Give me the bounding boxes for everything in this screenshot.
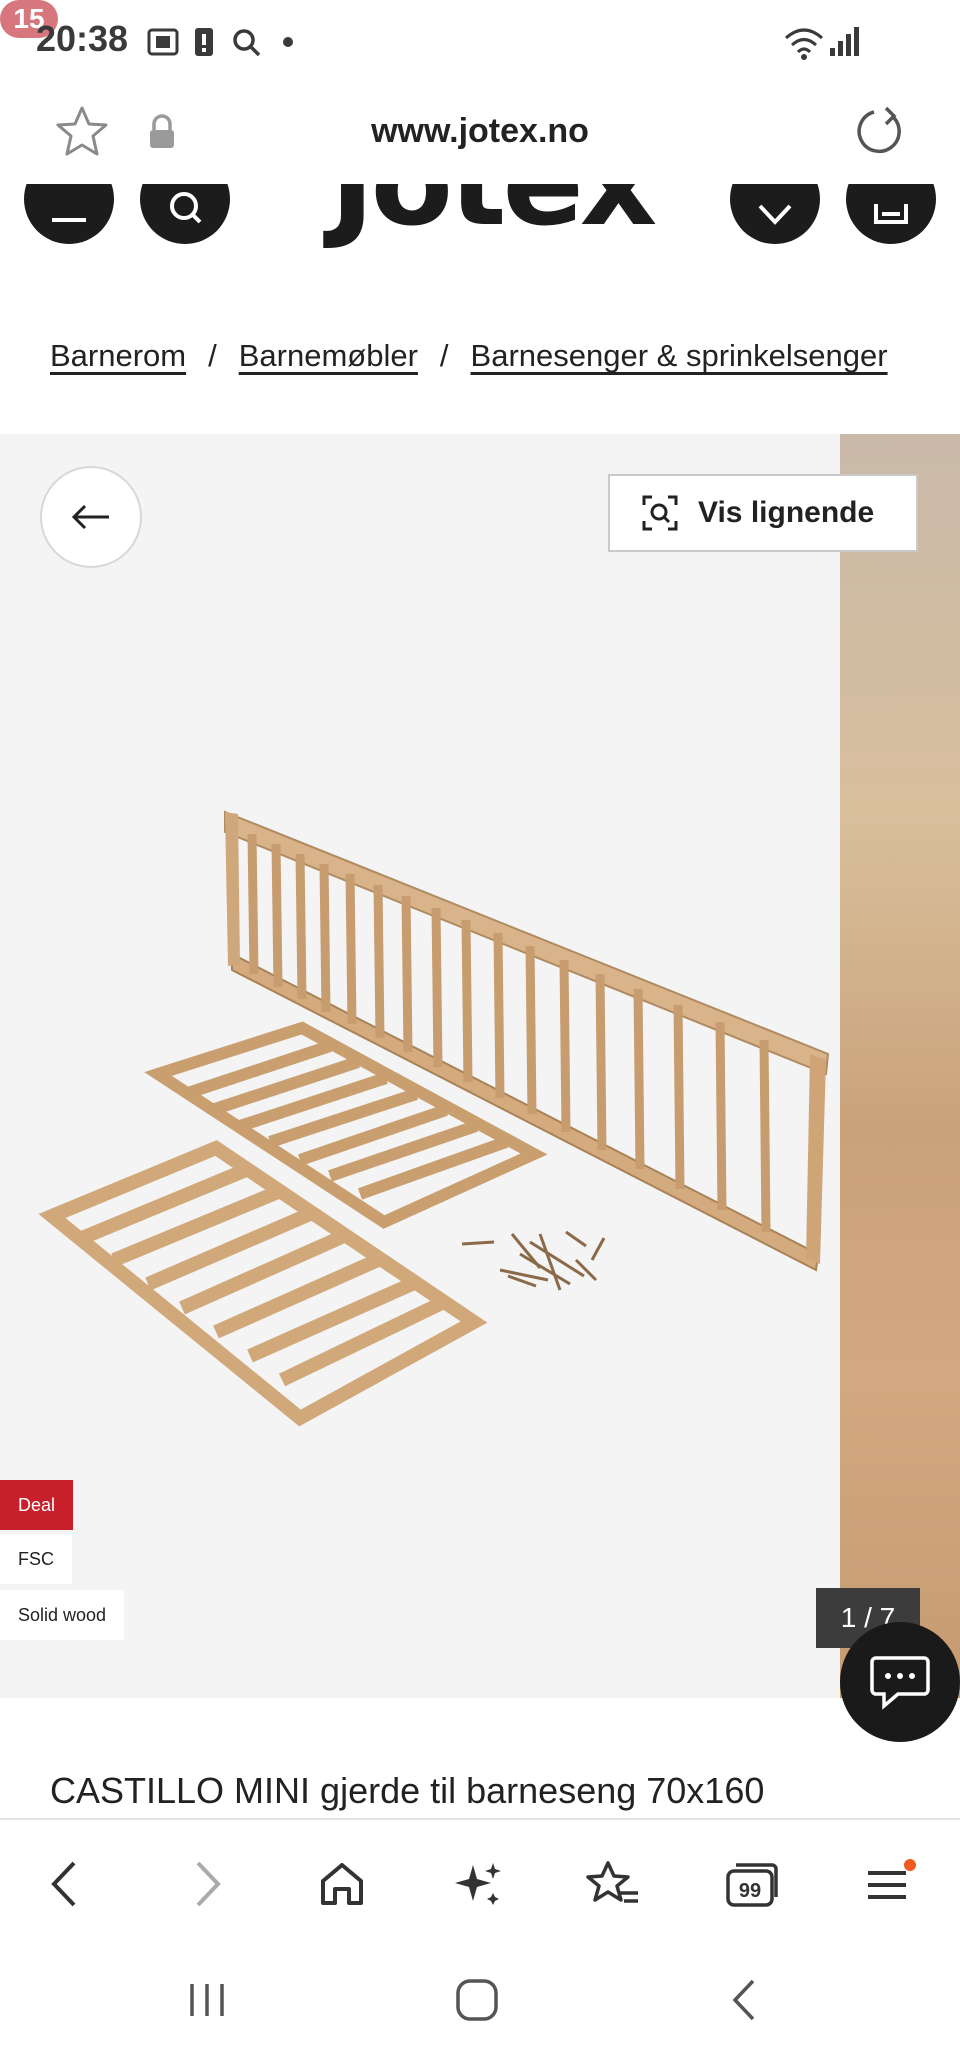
status-time: 20:38 (36, 18, 129, 59)
breadcrumb-link-barnerom[interactable]: Barnerom (50, 338, 186, 373)
show-similar-button[interactable]: Vis lignende (608, 474, 918, 552)
recents-icon (190, 1984, 224, 2016)
signal-icon (830, 27, 859, 56)
back-icon (51, 1861, 76, 1907)
system-back-icon (732, 1979, 755, 2021)
breadcrumb-separator: / (439, 338, 449, 373)
system-navigation-bar (0, 1942, 960, 2059)
browser-assistant-button[interactable] (448, 1854, 508, 1914)
tabs-icon: 99 (726, 1863, 778, 1907)
battery-alert-icon (195, 28, 213, 56)
frame-image-lower (38, 1140, 488, 1427)
browser-forward-button[interactable] (176, 1854, 236, 1914)
home-icon (321, 1863, 363, 1905)
back-button[interactable] (40, 466, 142, 568)
home-square-icon (456, 1979, 498, 2021)
fsc-badge: FSC (0, 1534, 72, 1584)
cart-button[interactable] (846, 184, 936, 244)
tabs-count: 99 (739, 1880, 761, 1902)
show-similar-label: Vis lignende (698, 496, 875, 529)
search-button[interactable] (140, 184, 230, 244)
product-gallery[interactable]: Vis lignende Deal FSC Solid wood 1 / 7 (0, 434, 960, 1698)
site-logo[interactable]: Jotex (330, 184, 657, 253)
breadcrumb-separator: / (208, 338, 217, 373)
url-text[interactable]: www.jotex.no (0, 112, 960, 151)
search-notification-icon (233, 29, 261, 57)
product-image (38, 810, 830, 1427)
chat-button[interactable] (840, 1622, 960, 1742)
system-back-button[interactable] (710, 1970, 780, 2030)
solid-wood-badge: Solid wood (0, 1590, 125, 1640)
site-header: Jotex (0, 184, 960, 334)
url-bar: www.jotex.no (0, 84, 960, 186)
hamburger-icon (52, 218, 86, 222)
gallery-notification-icon (147, 28, 179, 56)
browser-back-button[interactable] (36, 1854, 96, 1914)
system-home-button[interactable] (442, 1970, 512, 2030)
bookmark-star-icon (586, 1861, 638, 1903)
menu-icon (868, 1859, 916, 1899)
heart-icon (758, 204, 792, 225)
next-slide-preview[interactable] (840, 434, 960, 1698)
dot-icon (283, 37, 293, 47)
recent-apps-button[interactable] (172, 1970, 242, 2030)
browser-tabs-button[interactable]: 99 (722, 1854, 782, 1914)
sparkle-icon (455, 1863, 501, 1905)
forward-icon (196, 1861, 221, 1907)
browser-home-button[interactable] (312, 1854, 372, 1914)
bag-icon (874, 204, 908, 224)
arrow-left-icon (71, 504, 109, 530)
menu-button[interactable] (24, 184, 114, 244)
breadcrumb-link-barnemobler[interactable]: Barnemøbler (239, 338, 418, 373)
notification-dot-icon (904, 1859, 916, 1871)
browser-bookmarks-button[interactable] (584, 1854, 644, 1914)
wifi-icon (785, 28, 823, 60)
breadcrumb: Barnerom / Barnemøbler / Barnesenger & sprin… (50, 338, 888, 374)
screws-image (461, 1230, 606, 1291)
reload-icon[interactable] (852, 104, 908, 160)
visual-search-icon (642, 495, 678, 531)
deal-badge: Deal (0, 1480, 74, 1530)
wishlist-button[interactable] (730, 184, 820, 244)
breadcrumb-link-barnesenger[interactable]: Barnesenger & sprinkelsenger (471, 338, 888, 373)
frame-image-upper (144, 1021, 548, 1229)
chat-bubble-icon (870, 1656, 930, 1710)
status-bar: 20:38 15 (0, 0, 960, 84)
search-icon (170, 192, 202, 224)
browser-menu-button[interactable] (860, 1854, 920, 1914)
product-title: CASTILLO MINI gjerde til barneseng 70x16… (50, 1770, 765, 1811)
browser-toolbar: 99 (0, 1818, 960, 1944)
